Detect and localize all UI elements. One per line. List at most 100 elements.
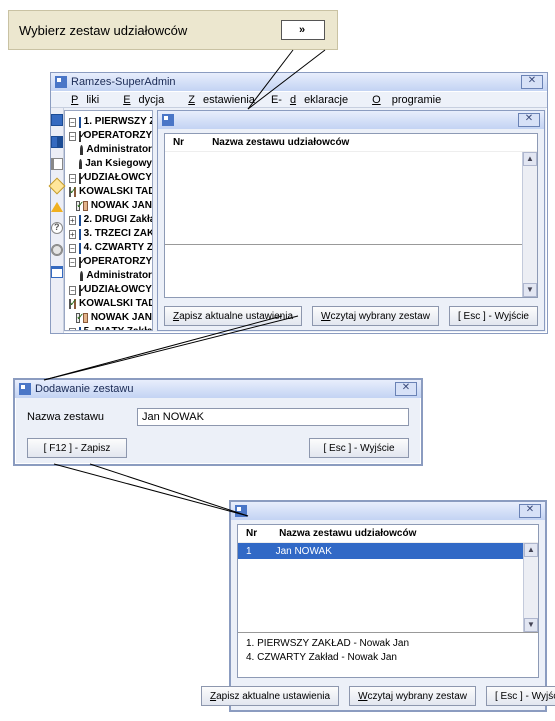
detail-row-1: 1. PIERWSZY ZAKŁAD - Nowak Jan [246,637,530,651]
scrollbar[interactable]: ▲ ▼ [522,152,537,297]
person-icon [80,145,83,155]
expander-minus-icon[interactable]: − [69,286,76,295]
tree-node-nowak[interactable]: NOWAK JAN [91,199,152,213]
top-callout: Wybierz zestaw udziałowców » [8,10,338,50]
add-dialog-titlebar[interactable]: Dodawanie zestawu ✕ [15,380,421,398]
list-col-name: Nazwa zestawu udziałowców [212,137,349,148]
expander-minus-icon[interactable]: − [69,118,76,127]
toolbar-file-icon[interactable] [51,158,63,170]
tree-node-kowalski-4[interactable]: KOWALSKI TADEUSZ [79,297,153,311]
esc-exit-button[interactable]: [ Esc ] - Wyjście [309,438,409,458]
tree-node-4[interactable]: 4. CZWARTY Zakład [84,241,153,255]
tree-node-udzialowcy[interactable]: UDZIAŁOWCY [84,171,152,185]
load-set-button[interactable]: Wczytaj wybrany zestaw [312,306,439,326]
books-icon [79,229,81,240]
expander-minus-icon[interactable]: − [69,258,76,267]
list-lower-area[interactable] [165,245,522,297]
scrollbar[interactable]: ▲ ▼ [523,543,538,632]
main-app-window: Ramzes-SuperAdmin ✕ Pliki Edycja Zestawi… [50,72,548,334]
toolbar-books-icon[interactable] [51,136,63,148]
menu-edeklaracje[interactable]: E-deklaracje [263,94,356,106]
subwindow-icon [162,114,174,126]
menubar: Pliki Edycja Zestawienia E-deklaracje O … [51,91,547,108]
tree-node-admin[interactable]: Administrator [86,143,152,157]
expander-minus-icon[interactable]: − [69,174,76,183]
checkbox-icon[interactable] [76,313,80,323]
detail-row-2: 4. CZWARTY Zakład - Nowak Jan [246,651,530,665]
list-upper-area[interactable] [165,152,522,245]
check-icon [79,173,81,184]
menu-zestawienia[interactable]: Zestawienia [172,94,263,106]
toolbar-vertical [51,108,64,333]
f12-save-button[interactable]: [ F12 ] - Zapisz [27,438,127,458]
scroll-up-icon[interactable]: ▲ [524,543,538,557]
choose-set-arrow-button[interactable]: » [281,20,325,40]
expander-plus-icon[interactable]: + [69,328,76,332]
save-settings-button[interactable]: Zapisz aktualne ustawienia [164,306,302,326]
tree-node-admin-4[interactable]: Administrator [86,269,152,283]
result-icon [235,505,247,517]
menu-pliki[interactable]: Pliki [55,94,107,106]
tree-node-3[interactable]: 3. TRZECI ZAKŁAD [84,227,153,241]
tree-node-2[interactable]: 2. DRUGI Zakład [84,213,153,227]
checkbox-icon[interactable] [69,299,71,309]
expander-plus-icon[interactable]: + [69,216,76,225]
tree-node-janksiegowy[interactable]: Jan Ksiegowy [85,157,152,171]
selected-row-nr: 1 [246,546,252,557]
main-title-text: Ramzes-SuperAdmin [71,76,176,88]
list-col-nr: Nr [173,137,184,148]
result-col-nr: Nr [246,528,257,539]
person-icon [80,271,83,281]
selected-row-name: Jan NOWAK [276,546,332,557]
set-name-input[interactable] [137,408,409,426]
toolbar-net-icon[interactable] [51,244,63,256]
app-icon [55,76,67,88]
main-titlebar[interactable]: Ramzes-SuperAdmin ✕ [51,73,547,91]
close-icon[interactable]: ✕ [518,113,540,127]
toolbar-tag-icon[interactable] [49,178,66,195]
books-icon [79,243,81,254]
menu-edycja[interactable]: Edycja [107,94,172,106]
tree-node-udzialowcy-4[interactable]: UDZIAŁOWCY [84,283,152,297]
check-icon [79,285,81,296]
expander-minus-icon[interactable]: − [69,244,76,253]
sub-window-titlebar[interactable]: ✕ [158,111,544,129]
dialog-icon [19,383,31,395]
tree-node-operatorzy[interactable]: OPERATORZY [84,129,153,143]
load-set-button[interactable]: Wczytaj wybrany zestaw [349,686,476,706]
scroll-up-icon[interactable]: ▲ [523,152,537,166]
books-icon [79,117,81,128]
checkbox-icon[interactable] [69,187,71,197]
tree-node-operatorzy-4[interactable]: OPERATORZY [84,255,153,269]
close-icon[interactable]: ✕ [395,382,417,396]
tree-node-5[interactable]: 5. PIĄTY Zakład [84,325,153,331]
tree-node-kowalski[interactable]: KOWALSKI TADEUSZ [79,185,153,199]
scroll-down-icon[interactable]: ▼ [523,283,537,297]
close-icon[interactable]: ✕ [521,75,543,89]
add-dialog-title: Dodawanie zestawu [35,383,133,395]
result-subwindow: ✕ Nr Nazwa zestawu udziałowców 1 Jan NOW… [229,500,547,712]
check-icon [79,257,81,268]
checkbox-icon[interactable] [76,201,80,211]
tree-view[interactable]: −1. PIERWSZY ZAKŁAD −OPERATORZY Administ… [64,110,153,331]
result-titlebar[interactable]: ✕ [231,502,545,520]
menu-oprogramie[interactable]: O programie [356,94,449,106]
person-icon [79,159,82,169]
toolbar-help-icon[interactable] [51,222,63,234]
save-settings-button[interactable]: Zapisz aktualne ustawienia [201,686,339,706]
toolbar-book-icon[interactable] [51,114,63,126]
expander-minus-icon[interactable]: − [69,132,76,141]
tree-node-nowak-4[interactable]: NOWAK JAN [91,311,152,325]
close-icon[interactable]: ✕ [519,504,541,518]
expander-plus-icon[interactable]: + [69,230,76,239]
result-upper-list[interactable]: 1 Jan NOWAK ▲ ▼ [238,543,538,633]
result-detail-list[interactable]: 1. PIERWSZY ZAKŁAD - Nowak Jan 4. CZWART… [238,633,538,677]
toolbar-cal-icon[interactable] [51,266,63,278]
scroll-down-icon[interactable]: ▼ [524,618,538,632]
toolbar-star-icon[interactable] [51,202,63,212]
tree-node-1[interactable]: 1. PIERWSZY ZAKŁAD [84,115,153,129]
callout-text: Wybierz zestaw udziałowców [19,23,187,38]
esc-exit-button[interactable]: [ Esc ] - Wyjście [449,306,538,326]
esc-exit-button[interactable]: [ Esc ] - Wyjście [486,686,555,706]
selected-row[interactable]: 1 Jan NOWAK [238,543,538,559]
